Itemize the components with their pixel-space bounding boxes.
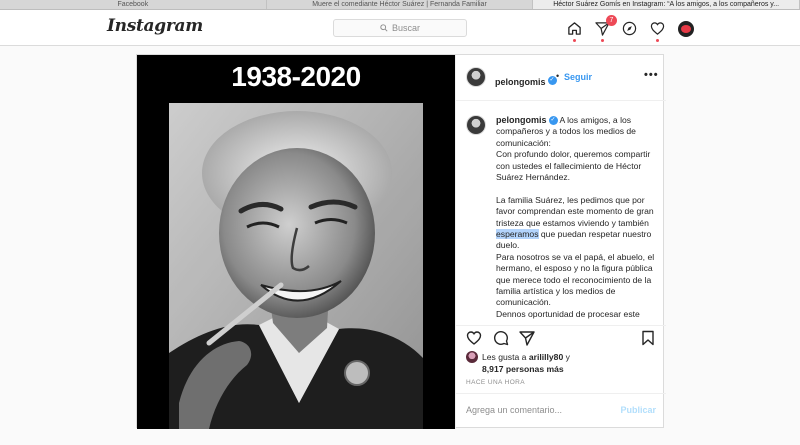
save-button[interactable] [640, 330, 656, 346]
explore-button[interactable] [621, 20, 638, 37]
caption-p2a: La familia Suárez, les pedimos que por f… [496, 194, 654, 228]
share-icon [519, 331, 535, 346]
activity-button[interactable] [649, 20, 666, 42]
home-icon [568, 22, 581, 35]
likes-suffix: y [563, 352, 570, 362]
notification-badge: 7 [606, 15, 617, 26]
home-button[interactable] [566, 20, 583, 42]
search-box[interactable]: Buscar [333, 19, 467, 37]
caption-verified-icon: ✓ [548, 116, 558, 126]
browser-tab-instagram[interactable]: Héctor Suárez Gomís en Instagram: “A los… [533, 0, 800, 9]
browser-tab-strip: Facebook Muere el comediante Héctor Suár… [0, 0, 800, 10]
likes-line-1: Les gusta a arililly80 y [482, 351, 570, 363]
caption-text: pelongomis ✓ A los amigos, a los compañer… [496, 115, 656, 320]
caption-avatar[interactable] [466, 115, 486, 135]
post-side-panel: pelongomis ✓ • Seguir ••• pelongomis ✓ A l… [455, 55, 666, 429]
search-placeholder: Buscar [391, 23, 420, 33]
profile-avatar-button[interactable] [678, 21, 694, 37]
browser-tab-facebook[interactable]: Facebook [0, 0, 267, 9]
post-actions [456, 325, 666, 351]
caption-p1b: Con profundo dolor, queremos compartir c… [496, 149, 651, 183]
comment-icon [494, 331, 509, 346]
home-active-dot [573, 39, 576, 42]
author-avatar[interactable] [466, 67, 486, 87]
heart-icon [466, 331, 482, 345]
caption-username[interactable]: pelongomis [496, 115, 547, 125]
publish-button[interactable]: Publicar [620, 405, 656, 415]
post-card: 1938-2020 pelongomis ✓ • Seguir ••• pelo… [136, 54, 666, 429]
caption-highlight: esperamos [496, 229, 539, 240]
compass-icon [622, 21, 637, 36]
activity-dot [656, 39, 659, 42]
post-header: pelongomis ✓ • Seguir ••• [456, 55, 666, 101]
bookmark-icon [642, 330, 654, 346]
instagram-logo[interactable]: Instagram [107, 16, 203, 36]
likes-prefix: Les gusta a [482, 352, 529, 362]
caption-p4: Dennos oportunidad de procesar este [496, 308, 640, 319]
separator-dot: • [556, 71, 560, 81]
instagram-header: Instagram Buscar 7 [0, 10, 800, 46]
likes-count[interactable]: 8,917 personas más [482, 363, 564, 375]
post-photo: 1938-2020 [137, 55, 455, 429]
photo-years-text: 1938-2020 [231, 61, 361, 92]
search-icon [380, 24, 388, 32]
browser-tab-news[interactable]: Muere el comediante Héctor Suárez | Fern… [267, 0, 534, 9]
more-options-icon[interactable]: ••• [644, 69, 659, 81]
author-name-row: pelongomis ✓ [495, 72, 557, 90]
share-button[interactable] [519, 330, 535, 346]
portrait-image [169, 103, 423, 429]
comment-input[interactable] [466, 405, 606, 415]
author-username[interactable]: pelongomis [495, 77, 546, 87]
like-button[interactable] [466, 330, 482, 346]
heart-icon [650, 22, 665, 35]
comment-button[interactable] [493, 330, 509, 346]
caption-area[interactable]: pelongomis ✓ A los amigos, a los compañer… [456, 101, 666, 325]
caption-p3: Para nosotros se va el papá, el abuelo, … [496, 251, 655, 308]
follow-button[interactable]: Seguir [564, 72, 592, 82]
liker-username[interactable]: arililly80 [529, 352, 563, 362]
direct-button[interactable]: 7 [594, 15, 617, 42]
post-timestamp[interactable]: HACE UNA HORA [466, 379, 525, 386]
comment-box: Publicar [456, 393, 666, 429]
liker-avatar[interactable] [466, 351, 478, 363]
direct-dot [601, 39, 604, 42]
